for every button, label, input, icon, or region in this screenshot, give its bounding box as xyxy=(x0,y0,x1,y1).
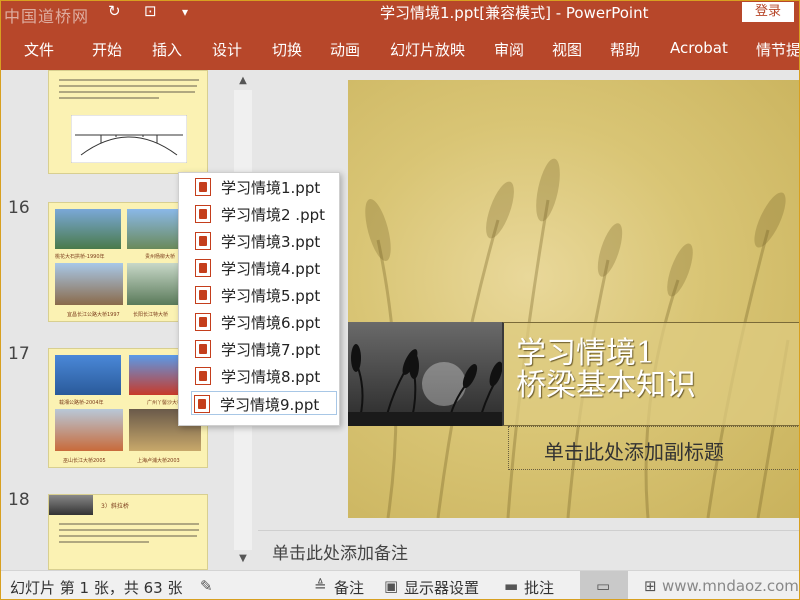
file-name: 学习情境8.ppt xyxy=(221,368,321,386)
tab-animations[interactable]: 动画 xyxy=(330,39,360,60)
wheat-silhouette-photo xyxy=(348,322,502,426)
file-name: 学习情境7.ppt xyxy=(221,341,321,359)
watermark-url: www.mndaoz.com xyxy=(662,577,799,595)
file-item[interactable]: 学习情境8.ppt xyxy=(193,364,339,388)
thumb-caption: 长阳长江特大桥 xyxy=(133,312,169,318)
thumb-banner-photo xyxy=(49,495,93,515)
login-button[interactable]: 登录 xyxy=(742,2,794,22)
thumb-caption: 桃花大石拱桥-1990年 xyxy=(55,254,105,260)
ppt-file-icon xyxy=(195,178,211,196)
tab-file[interactable]: 文件 xyxy=(24,39,54,60)
notes-icon[interactable]: ≜ xyxy=(314,577,327,595)
ppt-file-icon xyxy=(195,313,211,331)
ppt-file-icon xyxy=(195,205,211,223)
file-item[interactable]: 学习情境7.ppt xyxy=(193,337,339,361)
slide-thumbnail-15[interactable] xyxy=(48,70,208,174)
file-item[interactable]: 学习情境2 .ppt xyxy=(193,202,339,226)
tab-insert[interactable]: 插入 xyxy=(152,39,182,60)
tab-slideshow[interactable]: 幻灯片放映 xyxy=(390,39,465,60)
notes-placeholder[interactable]: 单击此处添加备注 xyxy=(272,539,408,564)
slide-title[interactable]: 学习情境1 桥梁基本知识 xyxy=(516,338,696,402)
tab-storyboard[interactable]: 情节提 xyxy=(756,39,800,60)
file-name: 学习情境2 .ppt xyxy=(221,206,326,224)
tab-design[interactable]: 设计 xyxy=(212,39,242,60)
file-item[interactable]: 学习情境3.ppt xyxy=(193,229,339,253)
slide-count: 幻灯片 第 1 张，共 63 张 xyxy=(10,579,183,597)
scroll-down-arrow-icon[interactable]: ▼ xyxy=(234,550,252,568)
slide-number-17: 17 xyxy=(8,344,30,364)
display-settings-button[interactable]: 显示器设置 xyxy=(404,577,479,598)
window-title: 学习情境1.ppt[兼容模式] - PowerPoint xyxy=(380,4,649,22)
ppt-file-icon xyxy=(195,286,211,304)
slide-number-16: 16 xyxy=(8,198,30,218)
thumb-caption: 巫山长江大桥2005 xyxy=(63,458,106,464)
ppt-file-icon xyxy=(195,232,211,250)
ppt-file-icon xyxy=(195,367,211,385)
file-name: 学习情境3.ppt xyxy=(221,233,321,251)
file-item-highlighted[interactable]: 学习情境9.ppt xyxy=(191,391,337,415)
thumb-caption: 宜昌长江公路大桥1997 xyxy=(67,312,120,318)
refresh-icon[interactable]: ↻ xyxy=(108,2,121,20)
bridge-photo xyxy=(55,355,121,395)
file-name: 学习情境1.ppt xyxy=(221,179,321,197)
comments-icon[interactable]: ▬ xyxy=(504,577,518,595)
tab-review[interactable]: 审阅 xyxy=(494,39,524,60)
file-item[interactable]: 学习情境1.ppt xyxy=(193,175,339,199)
thumb-caption: 贵州杨柳大桥 xyxy=(145,254,176,260)
recent-files-dropdown: 学习情境1.ppt 学习情境2 .ppt 学习情境3.ppt 学习情境4.ppt… xyxy=(178,172,340,426)
presenter-icon[interactable]: ⊡ xyxy=(144,2,157,20)
display-settings-icon[interactable]: ▣ xyxy=(384,577,398,595)
file-name: 学习情境5.ppt xyxy=(221,287,321,305)
bridge-photo xyxy=(55,409,123,451)
notes-button[interactable]: 备注 xyxy=(334,577,364,598)
comments-button[interactable]: 批注 xyxy=(524,577,554,598)
ppt-file-icon xyxy=(195,340,211,358)
bridge-sketch xyxy=(71,115,187,163)
ppt-file-icon xyxy=(195,259,211,277)
watermark-logo: 中国道桥网 xyxy=(4,7,90,26)
slide-title-line2: 桥梁基本知识 xyxy=(516,368,696,403)
subtitle-placeholder[interactable]: 单击此处添加副标题 xyxy=(544,436,724,465)
file-item[interactable]: 学习情境4.ppt xyxy=(193,256,339,280)
thumb-heading: 3）斜拉桥 xyxy=(101,503,129,510)
slide-sorter-view-icon[interactable]: ⊞ xyxy=(644,577,657,595)
ribbon-tabs: 文件 开始 插入 设计 切换 动画 幻灯片放映 审阅 视图 帮助 Acrobat… xyxy=(0,26,800,70)
slide-number-18: 18 xyxy=(8,490,30,510)
tab-acrobat[interactable]: Acrobat xyxy=(670,39,728,57)
customize-icon[interactable]: ▾ xyxy=(182,5,188,19)
bridge-photo xyxy=(55,263,123,305)
file-name: 学习情境4.ppt xyxy=(221,260,321,278)
normal-view-icon: ▭ xyxy=(596,577,611,595)
tab-help[interactable]: 帮助 xyxy=(610,39,640,60)
tab-home[interactable]: 开始 xyxy=(92,39,122,60)
scroll-up-arrow-icon[interactable]: ▲ xyxy=(234,72,252,90)
file-item[interactable]: 学习情境6.ppt xyxy=(193,310,339,334)
file-item[interactable]: 学习情境5.ppt xyxy=(193,283,339,307)
normal-view-button[interactable]: ▭ xyxy=(580,571,628,600)
status-bar: 幻灯片 第 1 张，共 63 张 ✎ ≜ 备注 ▣ 显示器设置 ▬ 批注 ▭ ⊞… xyxy=(0,570,800,600)
spell-check-icon[interactable]: ✎ xyxy=(200,577,213,595)
title-bar: 中国道桥网 ↻ ⊡ ▾ 学习情境1.ppt[兼容模式] - PowerPoint… xyxy=(0,0,800,26)
notes-pane[interactable]: 单击此处添加备注 xyxy=(258,530,800,570)
thumb-caption: 广州丫髻沙大桥 xyxy=(147,400,183,406)
slide-title-line1: 学习情境1 xyxy=(516,336,656,371)
file-name: 学习情境9.ppt xyxy=(220,396,320,414)
thumb-caption: 载湘公路桥-2004年 xyxy=(59,400,104,406)
file-name: 学习情境6.ppt xyxy=(221,314,321,332)
ppt-file-icon xyxy=(194,395,210,413)
tab-transitions[interactable]: 切换 xyxy=(272,39,302,60)
tab-view[interactable]: 视图 xyxy=(552,39,582,60)
slide-thumbnail-18[interactable]: 3）斜拉桥 xyxy=(48,494,208,570)
thumb-caption: 上海卢浦大桥2003 xyxy=(137,458,180,464)
bridge-photo xyxy=(55,209,121,249)
